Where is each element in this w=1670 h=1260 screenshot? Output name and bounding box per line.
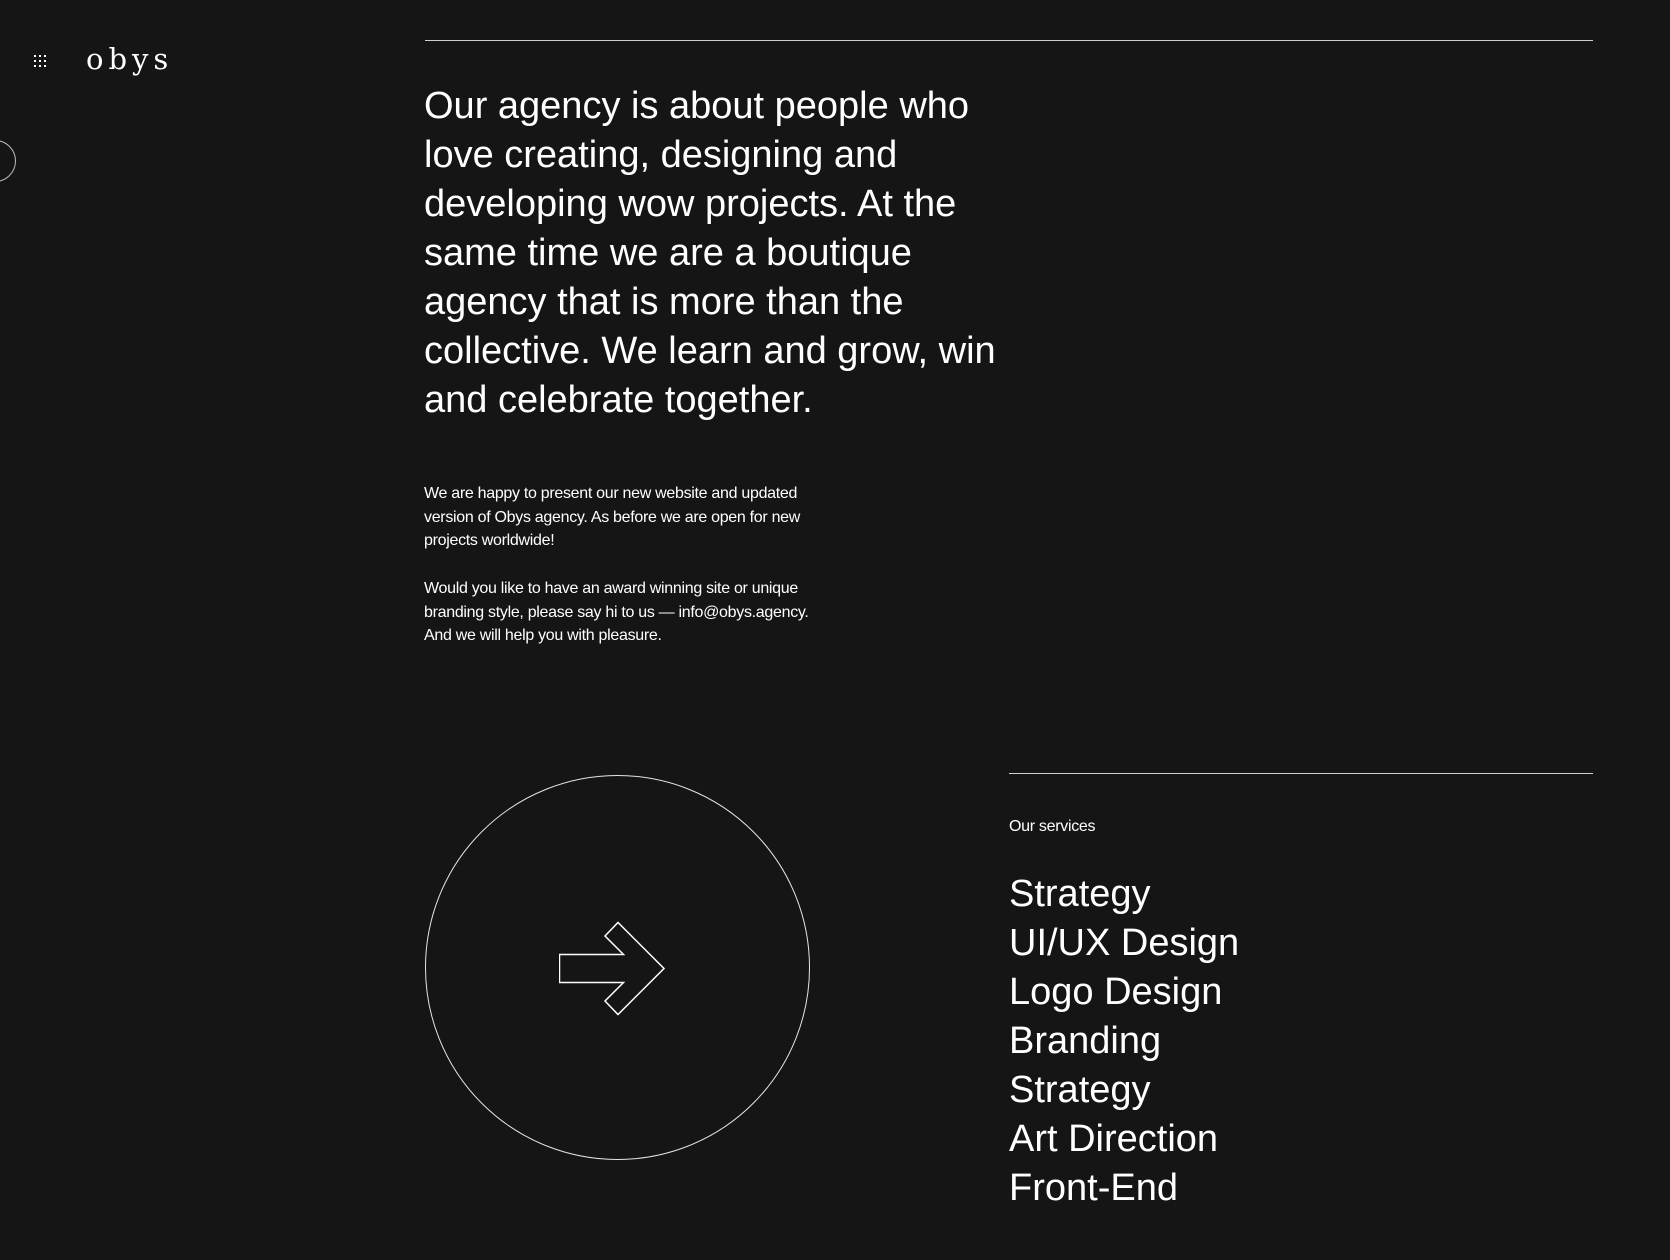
service-item-logo-design[interactable]: Logo Design [1009, 968, 1239, 1017]
grid-dots-icon[interactable] [34, 55, 48, 69]
services-list: Strategy UI/UX Design Logo Design Brandi… [1009, 870, 1239, 1213]
top-divider [425, 40, 1593, 41]
service-item-strategy[interactable]: Strategy [1009, 870, 1239, 919]
arrow-right-icon [559, 921, 666, 1016]
page: obys Our agency is about people who love… [0, 0, 1670, 1260]
intro-headline: Our agency is about people who love crea… [424, 85, 996, 421]
service-item-strategy-2[interactable]: Strategy [1009, 1066, 1239, 1115]
intro-paragraph-2: Would you like to have an award winning … [424, 580, 809, 644]
services-label: Our services [1009, 818, 1096, 835]
intro-paragraph-1: We are happy to present our new website … [424, 485, 801, 549]
logo[interactable]: obys [86, 40, 173, 78]
arrow-circle-button[interactable] [425, 775, 810, 1160]
service-item-front-end[interactable]: Front-End [1009, 1164, 1239, 1213]
service-item-art-direction[interactable]: Art Direction [1009, 1115, 1239, 1164]
services-divider [1009, 773, 1593, 774]
cursor-follower [0, 140, 16, 182]
service-item-ui-ux-design[interactable]: UI/UX Design [1009, 919, 1239, 968]
service-item-branding[interactable]: Branding [1009, 1017, 1239, 1066]
